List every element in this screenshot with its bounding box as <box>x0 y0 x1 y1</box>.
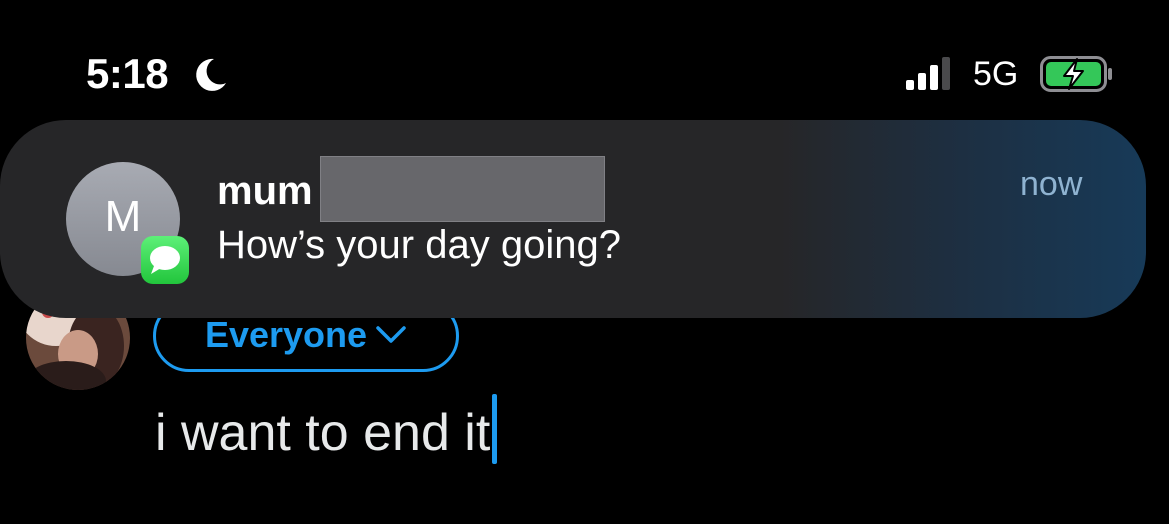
text-cursor <box>492 394 498 464</box>
moon-icon <box>196 58 226 91</box>
status-time: 5:18 <box>86 50 169 97</box>
contact-initial: M <box>104 192 142 241</box>
audience-label: Everyone <box>204 314 368 355</box>
compose-text: i want to end it <box>155 404 491 462</box>
notification-time: now <box>1020 165 1083 203</box>
network-type: 5G <box>973 55 1019 93</box>
battery-charging-icon <box>1040 56 1112 92</box>
redaction-box <box>320 156 605 222</box>
notification-sender: mum <box>217 169 313 213</box>
notification-message: How’s your day going? <box>217 223 621 267</box>
notification-banner[interactable]: M mum How’s your day going? now <box>0 120 1146 318</box>
chevron-down-icon <box>376 326 406 343</box>
messages-icon <box>141 236 189 284</box>
compose-input[interactable]: i want to end it <box>155 394 498 464</box>
cellular-signal-icon <box>906 57 950 90</box>
